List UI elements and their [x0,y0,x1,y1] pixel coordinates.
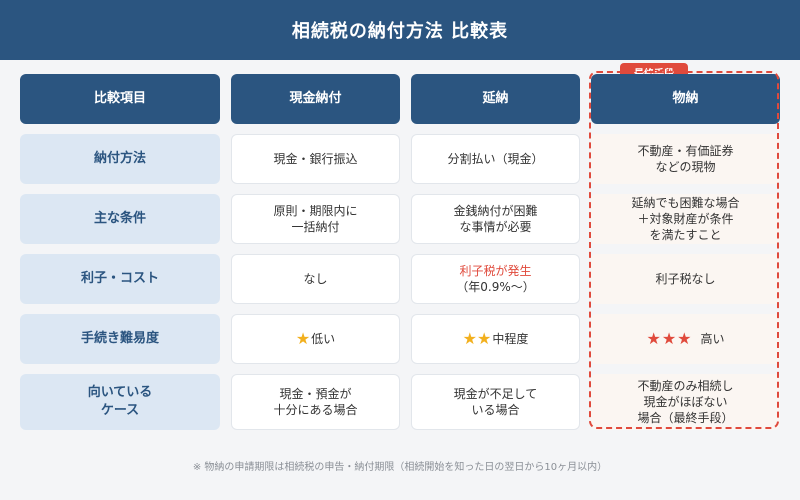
label-line: 向いている [87,385,153,401]
page-title: 相続税の納付方法 比較表 [291,21,509,42]
cell-line: いる場合 [471,403,520,417]
cell-line: を満たすこと [649,228,722,243]
label-line: 手続き難易度 [80,331,159,347]
cell-line: 一括納付 [291,220,340,234]
difficulty-text: 中程度 [492,331,529,346]
cell-deferred-difficulty: ★★ 中程度 [411,314,580,364]
comparison-table: 比較項目 現金納付 延納 物納 納付方法 現金・銀行振込 分割払い（現金） 不動… [20,74,780,430]
cell-cash-case: 現金・預金が 十分にある場合 [231,374,400,430]
cell-cash-conditions: 原則・期限内に 一括納付 [231,194,400,244]
cell-line: 不動産・有価証券 [637,143,734,158]
cell-line: 不動産のみ相続し [637,378,734,393]
cell-line: 延納でも困難な場合 [631,195,740,210]
cell-line: ＋対象財産が条件 [637,211,734,226]
cell-inkind-case: 不動産のみ相続し 現金がほぼない 場合（最終手段） [591,374,780,430]
row-label-suitable-case: 向いている ケース [20,374,220,430]
cell-line: 利子税なし [655,271,716,286]
cell-line: 場合（最終手段） [637,411,734,426]
cell-line: 十分にある場合 [273,403,358,417]
row-label-interest-cost: 利子・コスト [20,254,220,304]
title-bar: 相続税の納付方法 比較表 [0,0,800,60]
label-line: ケース [100,403,140,418]
cell-line: 分割払い（現金） [447,151,544,166]
interest-tax-warning: 利子税が発生 [459,263,532,278]
difficulty-text: 高い [700,331,725,346]
cell-line: 原則・期限内に [273,203,358,218]
cell-line: 現金が不足して [453,386,538,401]
header-payment-in-kind: 物納 [591,74,780,124]
cell-deferred-case: 現金が不足して いる場合 [411,374,580,430]
difficulty-text: 低い [311,331,336,346]
cell-cash-method: 現金・銀行振込 [231,134,400,184]
row-label-payment-method: 納付方法 [20,134,220,184]
cell-line: なし [303,271,328,286]
cell-inkind-difficulty: ★★★ 高い [591,314,780,364]
cell-cash-cost: なし [231,254,400,304]
label-line: 利子・コスト [80,271,159,287]
header-comparison-item: 比較項目 [20,74,220,124]
cell-line: などの現物 [655,160,716,174]
cell-inkind-cost: 利子税なし [591,254,780,304]
star-rating-icon: ★ [295,329,311,349]
label-line: 主な条件 [93,211,146,227]
row-label-main-conditions: 主な条件 [20,194,220,244]
cell-line: （年0.9%〜） [456,280,535,294]
cell-cash-difficulty: ★ 低い [231,314,400,364]
cell-deferred-cost: 利子税が発生 （年0.9%〜） [411,254,580,304]
cell-deferred-conditions: 金銭納付が困難 な事情が必要 [411,194,580,244]
cell-line: 金銭納付が困難 [453,203,538,218]
footnote: ※ 物納の申請期限は相続税の申告・納付期限（相続開始を知った日の翌日から10ヶ月… [192,462,608,473]
cell-inkind-method: 不動産・有価証券 などの現物 [591,134,780,184]
header-cash-payment: 現金納付 [231,74,400,124]
star-rating-icon: ★★★ [646,329,693,349]
cell-line: 現金・預金が [279,386,352,401]
cell-line: 現金がほぼない [643,394,728,409]
cell-line: な事情が必要 [459,220,532,234]
cell-deferred-method: 分割払い（現金） [411,134,580,184]
star-rating-icon: ★★ [462,329,492,349]
label-line: 納付方法 [93,151,146,167]
row-label-difficulty: 手続き難易度 [20,314,220,364]
header-deferred-payment: 延納 [411,74,580,124]
cell-inkind-conditions: 延納でも困難な場合 ＋対象財産が条件 を満たすこと [591,194,780,244]
cell-line: 現金・銀行振込 [273,151,358,166]
